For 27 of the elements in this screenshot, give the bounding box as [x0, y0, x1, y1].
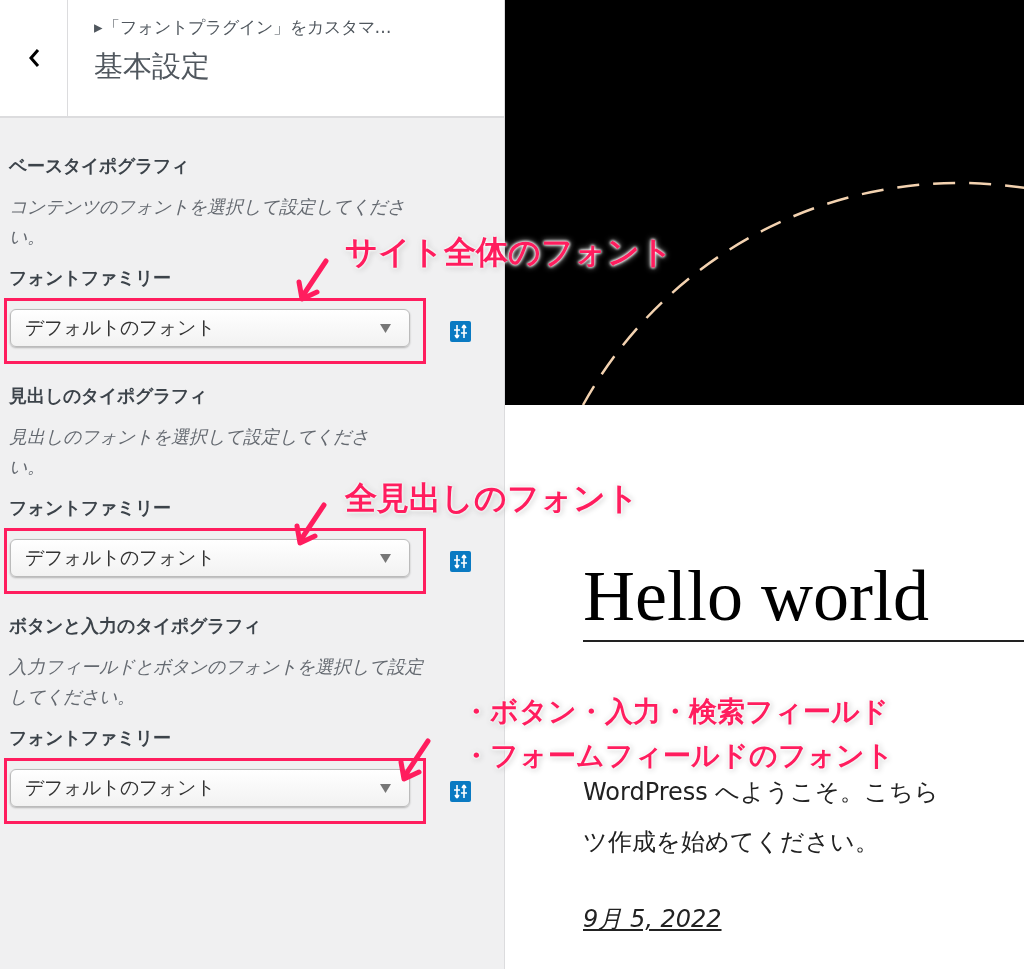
- post-date[interactable]: 9月 5, 2022: [583, 903, 722, 935]
- section-title: ベースタイポグラフィ: [9, 154, 189, 178]
- font-select[interactable]: デフォルトのフォント: [10, 309, 410, 347]
- section-title: ボタンと入力のタイポグラフィ: [9, 614, 261, 638]
- field-label: フォントファミリー: [9, 266, 171, 290]
- section-description: 見出しのフォントを選択して設定してください。: [9, 425, 370, 479]
- post-text-line: ツ作成を始めてください。: [583, 827, 880, 858]
- section-description: 入力フィールドとボタンのフォントを選択して設定してください。: [9, 655, 424, 709]
- annotation-text: 全見出しのフォント: [345, 478, 639, 519]
- field-label: フォントファミリー: [9, 496, 171, 520]
- section-title: 見出しのタイポグラフィ: [9, 384, 207, 408]
- dropdown-arrow-icon: [380, 553, 391, 563]
- panel-title: 基本設定: [94, 48, 211, 85]
- dropdown-arrow-icon: [380, 323, 391, 333]
- breadcrumb: ▸「フォントプラグイン」をカスタマ…: [94, 16, 392, 39]
- sliders-icon[interactable]: [450, 320, 471, 342]
- sliders-icon[interactable]: [450, 550, 471, 572]
- sliders-icon[interactable]: [450, 780, 471, 802]
- field-label: フォントファミリー: [9, 726, 171, 750]
- annotation-text: ・ボタン・入力・検索フィールド: [462, 694, 890, 730]
- font-select[interactable]: デフォルトのフォント: [10, 539, 410, 577]
- post-text-line: WordPress へようこそ。こちら: [583, 777, 941, 808]
- font-select[interactable]: デフォルトのフォント: [10, 769, 410, 807]
- chevron-left-icon: [26, 47, 41, 69]
- post-heading[interactable]: Hello world: [583, 555, 1024, 642]
- annotation-text: ・フォームフィールドのフォント: [462, 738, 894, 774]
- dropdown-arrow-icon: [380, 783, 391, 793]
